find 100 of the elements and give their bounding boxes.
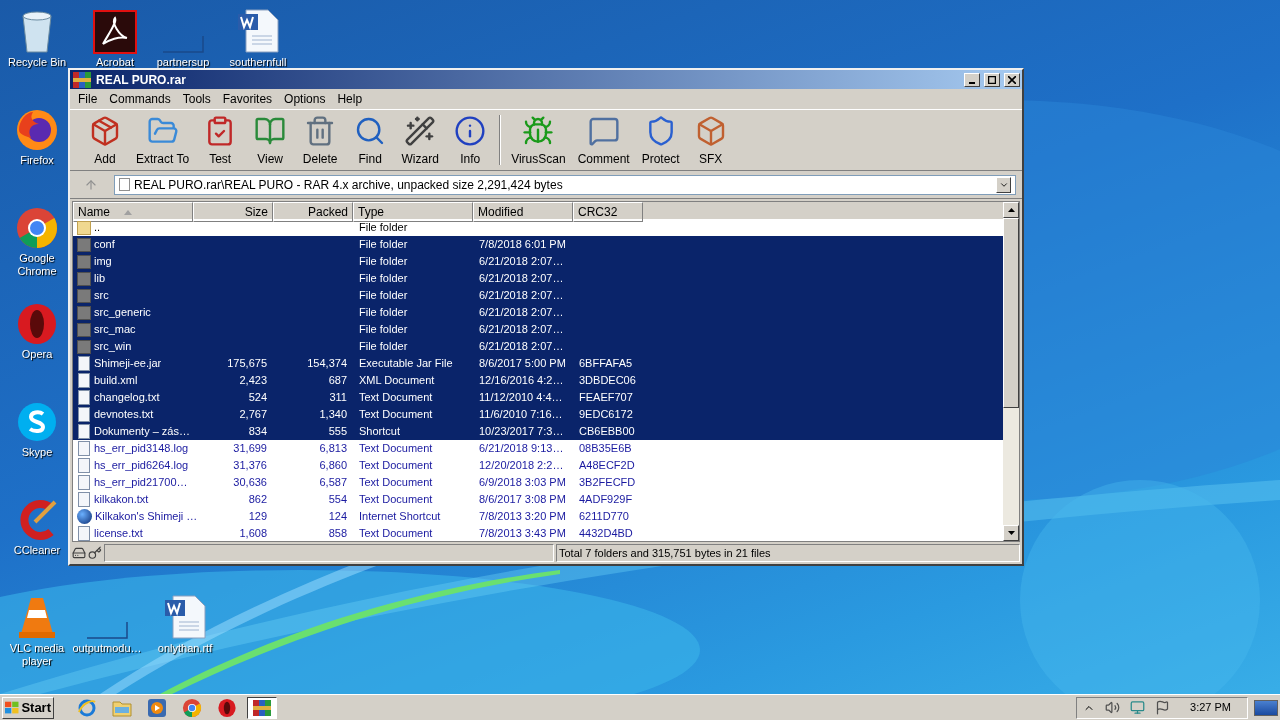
table-cell-text: File folder <box>358 288 409 304</box>
toolbar-button[interactable]: Extract To <box>130 112 196 168</box>
file-icon <box>78 407 90 422</box>
file-row[interactable]: build.xml 2,423 687 XML Document 12/16/2016 4:2… 3DBDEC06 <box>73 372 1003 389</box>
toolbar-button[interactable]: View <box>245 112 296 168</box>
scroll-up-button[interactable] <box>1003 202 1019 218</box>
toolbar-button[interactable]: Test <box>195 112 246 168</box>
table-cell-text: Text Document <box>358 475 434 491</box>
toolbar-button[interactable]: Find <box>345 112 396 168</box>
file-row[interactable]: .. File folder <box>73 219 1003 236</box>
dropdown-button[interactable] <box>996 176 1011 193</box>
desktop-icon-label[interactable]: Opera <box>21 348 53 361</box>
toolbar-button[interactable]: SFX <box>685 112 736 168</box>
toolbar-button[interactable]: Comment <box>571 112 636 168</box>
file-row[interactable]: devnotes.txt 2,767 1,340 Text Document 11/6/2010 7:16… 9EDC6172 <box>73 406 1003 423</box>
table-cell-text: 555 <box>327 424 348 440</box>
menu-item[interactable]: Commands <box>103 90 177 108</box>
table-cell-text: 9EDC6172 <box>578 407 634 423</box>
toolbar-button[interactable]: Wizard <box>395 112 446 168</box>
maximize-button[interactable] <box>984 72 1000 87</box>
network-icon[interactable] <box>1130 700 1146 715</box>
column-header[interactable]: Size <box>193 202 273 222</box>
folder-icon <box>77 271 91 286</box>
table-cell-text: Text Document <box>358 390 434 406</box>
table-cell-text: File folder <box>358 237 409 253</box>
file-row[interactable]: lib File folder 6/21/2018 2:07… <box>73 270 1003 287</box>
chrome-icon <box>15 206 59 250</box>
file-icon <box>78 356 90 371</box>
maximize-icon <box>988 75 996 84</box>
file-row[interactable]: src_win File folder 6/21/2018 2:07… <box>73 338 1003 355</box>
scrollbar[interactable] <box>1003 202 1019 541</box>
table-cell-text: 6/21/2018 2:07… <box>478 339 565 355</box>
up-arrow-icon <box>84 177 98 192</box>
column-header[interactable]: CRC32 <box>573 202 643 222</box>
table-cell-text: 30,636 <box>232 475 268 491</box>
desktop-icon-label[interactable]: Recycle Bin <box>7 56 67 69</box>
flag-icon[interactable] <box>1155 700 1171 715</box>
desktop-icon-label[interactable]: Google Chrome <box>2 252 72 278</box>
toolbar-button[interactable]: Protect <box>635 112 686 168</box>
desktop-icon-label[interactable]: southernfull <box>229 56 287 69</box>
desktop-icon-label[interactable]: partnersup <box>156 56 210 69</box>
menu-item[interactable]: Tools <box>176 90 217 108</box>
file-name: kilkakon.txt <box>94 492 149 508</box>
column-header[interactable]: Type <box>353 202 473 222</box>
desktop-icon-label[interactable]: Firefox <box>20 154 54 167</box>
menu-item[interactable]: Favorites <box>216 90 279 108</box>
speaker-icon[interactable] <box>1105 700 1121 715</box>
table-cell-text: File folder <box>358 305 409 321</box>
desktop-icon-label[interactable]: Skype <box>21 446 53 459</box>
table-cell-text: 6/21/2018 2:07… <box>478 305 565 321</box>
archive-icon <box>252 697 272 718</box>
table-cell-text: 11/12/2010 4:4… <box>478 390 564 406</box>
file-row[interactable]: Shimeji-ee.jar 175,675 154,374 Executable Jar File 8/6/2017 5:00 PM 6BFFAFA5 <box>73 355 1003 372</box>
menu-item[interactable]: Help <box>331 90 369 108</box>
file-row[interactable]: src_mac File folder 6/21/2018 2:07… <box>73 321 1003 338</box>
file-row[interactable]: hs_err_pid21700… 30,636 6,587 Text Document 6/9/2018 3:03 PM 3B2FECFD <box>73 474 1003 491</box>
file-row[interactable]: conf File folder 7/8/2018 6:01 PM <box>73 236 1003 253</box>
menu-item[interactable]: Options <box>278 90 332 108</box>
document-app-icon <box>93 10 137 54</box>
folder-icon <box>77 237 91 252</box>
file-row[interactable]: src_generic File folder 6/21/2018 2:07… <box>73 304 1003 321</box>
start-button[interactable]: Start <box>2 696 54 719</box>
column-header[interactable]: Name <box>73 202 193 222</box>
column-header[interactable]: Packed <box>273 202 353 222</box>
file-row[interactable]: src File folder 6/21/2018 2:07… <box>73 287 1003 304</box>
close-button[interactable] <box>1004 72 1020 87</box>
skype-icon <box>15 400 59 444</box>
clock[interactable]: 3:27 PM <box>1180 699 1241 716</box>
toolbar-button[interactable]: Add <box>80 112 130 168</box>
file-row[interactable]: Kilkakon's Shimeji … 129 124 Internet Shortcut 7/8/2013 3:20 PM 6211D770 <box>73 508 1003 525</box>
toolbar-button[interactable]: VirusScan <box>505 112 572 168</box>
scroll-thumb[interactable] <box>1003 218 1019 408</box>
file-row[interactable]: img File folder 6/21/2018 2:07… <box>73 253 1003 270</box>
ie-icon <box>77 697 97 718</box>
table-cell-text: 7/8/2013 3:20 PM <box>478 509 567 525</box>
windows-logo-icon <box>5 700 20 715</box>
toolbar-button[interactable]: Info <box>445 112 496 168</box>
column-header[interactable]: Modified <box>473 202 573 222</box>
show-desktop-button[interactable] <box>1254 699 1278 716</box>
file-row[interactable]: Dokumenty – zás… 834 555 Shortcut 10/23/2017 7:3… CB6EBB00 <box>73 423 1003 440</box>
table-cell-text: File folder <box>358 271 409 287</box>
address-field[interactable]: REAL PURO.rar\REAL PURO - RAR 4.x archive, unpacked size 2,291,424 bytes <box>114 174 1016 195</box>
toolbar-button[interactable]: Delete <box>295 112 346 168</box>
file-name: Shimeji-ee.jar <box>94 356 162 372</box>
file-row[interactable]: hs_err_pid6264.log 31,376 6,860 Text Document 12/20/2018 2:2… A48ECF2D <box>73 457 1003 474</box>
minimize-button[interactable] <box>964 72 980 87</box>
table-cell-text: File folder <box>358 220 409 236</box>
firefox-icon <box>15 108 59 152</box>
file-row[interactable]: kilkakon.txt 862 554 Text Document 8/6/2017 3:08 PM 4ADF929F <box>73 491 1003 508</box>
file-row[interactable]: changelog.txt 524 311 Text Document 11/12/2010 4:4… FEAEF707 <box>73 389 1003 406</box>
desktop-icon-label[interactable]: Acrobat <box>96 56 134 69</box>
file-name: conf <box>94 237 115 253</box>
table-cell-text: 6,813 <box>318 441 348 457</box>
taskbar-button[interactable] <box>247 696 277 719</box>
file-row[interactable]: license.txt 1,608 858 Text Document 7/8/2013 3:43 PM 4432D4BD <box>73 525 1003 541</box>
file-icon <box>78 373 90 388</box>
scroll-down-button[interactable] <box>1003 525 1019 541</box>
desktop-icon-label[interactable]: CCleaner <box>13 544 61 557</box>
file-row[interactable]: hs_err_pid3148.log 31,699 6,813 Text Document 6/21/2018 9:13… 08B35E6B <box>73 440 1003 457</box>
menu-item[interactable]: File <box>72 90 104 108</box>
